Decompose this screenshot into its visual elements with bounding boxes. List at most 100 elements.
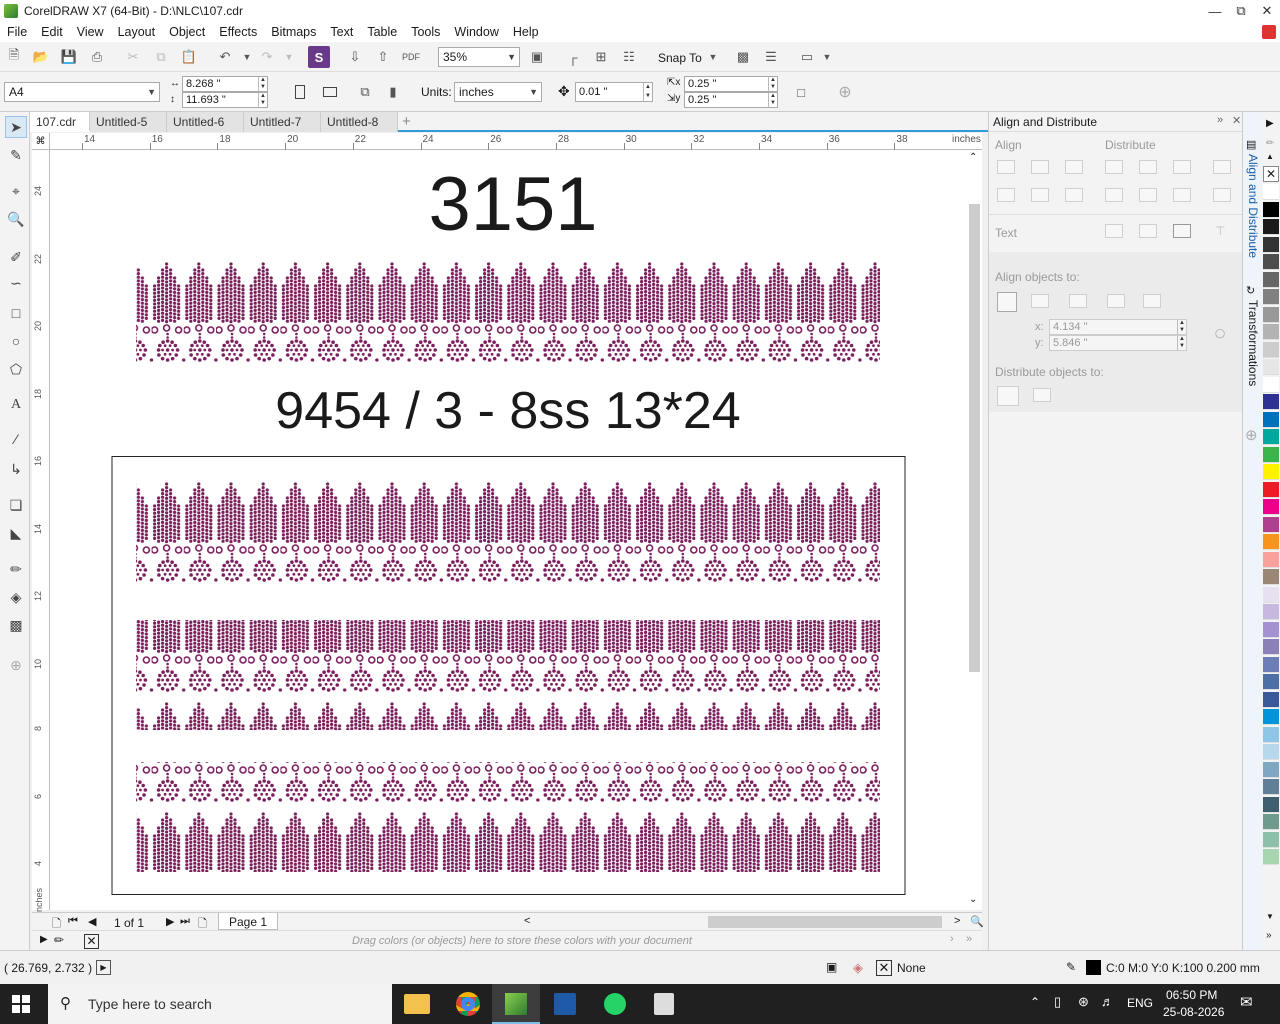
horizontal-scroll-thumb[interactable]	[708, 916, 942, 928]
design-spec-heading[interactable]: 9454 / 3 - 8ss 13*24	[275, 382, 740, 440]
ruler-origin-icon[interactable]: ⌘	[32, 133, 50, 150]
distribute-spacing-h-icon[interactable]	[1213, 160, 1231, 174]
color-swatch[interactable]	[1263, 254, 1279, 270]
no-color-icon[interactable]: ✕	[84, 934, 99, 949]
next-page-icon[interactable]: ▶	[166, 915, 174, 928]
file-explorer-icon[interactable]	[404, 994, 430, 1014]
color-swatch[interactable]	[1263, 674, 1279, 690]
first-page-icon[interactable]: ⏮	[68, 915, 78, 928]
palette-eyedropper-icon[interactable]: ✏	[1266, 138, 1274, 149]
color-swatch[interactable]	[1263, 219, 1279, 235]
duplicate-distance-y-input[interactable]: 0.25 " ▲ ▼	[684, 92, 778, 108]
outline-pen-icon[interactable]: ✎	[1066, 960, 1076, 974]
menu-effects[interactable]: Effects	[212, 22, 264, 42]
chrome-icon[interactable]	[456, 992, 480, 1016]
eyedropper-tool-icon[interactable]: ✏	[5, 558, 27, 580]
palette-expand-icon[interactable]: ▶	[40, 934, 48, 945]
save-icon[interactable]: 💾	[58, 46, 80, 68]
calculator-icon[interactable]	[654, 993, 674, 1015]
spinner-icon[interactable]: ▲ ▼	[768, 93, 777, 107]
text-outline-icon[interactable]: ⊤	[1215, 224, 1233, 238]
nudge-distance-input[interactable]: 0.01 " ▲ ▼	[575, 82, 653, 102]
new-document-icon[interactable]: 🗎	[3, 46, 25, 68]
fill-status[interactable]: None	[897, 961, 926, 975]
options-icon[interactable]: ☰	[760, 46, 782, 68]
interactive-fill-tool-icon[interactable]: ◈	[5, 586, 27, 608]
spinner-icon[interactable]: ▲ ▼	[768, 77, 777, 91]
show-guidelines-icon[interactable]: ☷	[618, 46, 640, 68]
color-swatch[interactable]	[1263, 499, 1279, 515]
color-proof-icon[interactable]: ▣	[826, 960, 837, 974]
show-rulers-icon[interactable]: ┌	[562, 46, 584, 68]
scroll-down-icon[interactable]: ⌄	[969, 894, 977, 905]
paste-icon[interactable]: 📋	[178, 46, 200, 68]
color-swatch[interactable]	[1263, 481, 1279, 498]
previous-page-icon[interactable]: ◀	[88, 915, 96, 928]
menu-edit[interactable]: Edit	[34, 22, 70, 42]
tab-untitled-7[interactable]: Untitled-7	[244, 112, 321, 132]
color-swatch[interactable]	[1263, 814, 1279, 830]
align-y-input[interactable]: 5.846 " ▲ ▼	[1049, 335, 1187, 351]
network-icon[interactable]: ⊛	[1078, 994, 1089, 1010]
add-toolbar-icon[interactable]: ⊕	[834, 81, 856, 103]
tab-untitled-6[interactable]: Untitled-6	[167, 112, 244, 132]
undo-dropdown-icon[interactable]: ▼	[236, 46, 258, 68]
windows-start-icon[interactable]	[12, 995, 32, 1015]
spinner-icon[interactable]: ▲ ▼	[1177, 320, 1186, 334]
crop-tool-icon[interactable]: ⌖	[5, 180, 27, 202]
color-swatch[interactable]	[1263, 516, 1279, 533]
color-swatch[interactable]	[1263, 551, 1279, 568]
menu-object[interactable]: Object	[162, 22, 212, 42]
color-swatch[interactable]	[1263, 429, 1279, 445]
snap-to-dropdown[interactable]: Snap To	[658, 51, 702, 65]
pick-tool-icon[interactable]: ➤	[5, 116, 27, 138]
fill-icon[interactable]: ◈	[853, 960, 863, 976]
ellipse-tool-icon[interactable]: ○	[5, 330, 27, 352]
cut-icon[interactable]: ✂	[122, 46, 144, 68]
distribute-top-icon[interactable]	[1105, 188, 1123, 202]
print-icon[interactable]: ⎙	[86, 46, 108, 68]
duplicate-distance-x-input[interactable]: 0.25 " ▲ ▼	[684, 76, 778, 92]
add-docker-icon[interactable]: ⊕	[1245, 426, 1258, 444]
export-icon[interactable]: ⇧	[372, 46, 394, 68]
color-swatch[interactable]	[1263, 289, 1279, 305]
distribute-spacing-v-icon[interactable]	[1213, 188, 1231, 202]
menu-file[interactable]: File	[0, 22, 34, 42]
color-swatch[interactable]	[1263, 534, 1279, 550]
align-bottom-icon[interactable]	[1065, 188, 1083, 202]
align-to-page-edge-icon[interactable]	[1031, 294, 1049, 308]
redo-dropdown-icon[interactable]: ▼	[278, 46, 300, 68]
no-fill-swatch[interactable]: ✕	[1263, 166, 1279, 182]
menu-text[interactable]: Text	[323, 22, 360, 42]
publish-pdf-icon[interactable]: PDF	[400, 46, 422, 68]
menu-table[interactable]: Table	[360, 22, 404, 42]
vertical-scrollbar[interactable]: ⌃ ⌄	[966, 150, 982, 910]
language-indicator[interactable]: ENG	[1127, 996, 1153, 1010]
clock-time[interactable]: 06:50 PM	[1166, 988, 1217, 1002]
spinner-icon[interactable]: ▲ ▼	[643, 83, 652, 101]
scroll-right-icon[interactable]: >	[954, 915, 960, 927]
open-icon[interactable]: 📂	[30, 46, 52, 68]
lock-icon[interactable]: ◯	[1215, 328, 1225, 339]
color-swatch[interactable]	[1263, 761, 1279, 778]
color-swatch[interactable]	[1263, 446, 1279, 463]
palette-scroll-icon[interactable]: ›	[950, 933, 954, 945]
new-tab-icon[interactable]: +	[402, 113, 411, 130]
zoom-tool-icon[interactable]: 🔍	[5, 208, 27, 230]
snap-to-chevron-icon[interactable]: ▼	[702, 46, 724, 68]
color-swatch[interactable]	[1263, 586, 1279, 603]
menu-view[interactable]: View	[70, 22, 111, 42]
menu-tools[interactable]: Tools	[404, 22, 447, 42]
align-and-distribute-tab[interactable]: Align and Distribute	[1246, 154, 1260, 258]
spinner-icon[interactable]: ▲ ▼	[1177, 336, 1186, 350]
shape-tool-icon[interactable]: ✎	[5, 144, 27, 166]
copy-icon[interactable]: ⧉	[150, 46, 172, 68]
color-swatch[interactable]	[1263, 849, 1279, 865]
align-center-horizontal-icon[interactable]	[1031, 160, 1049, 174]
color-swatch[interactable]	[1263, 201, 1279, 218]
screen-dropdown-icon[interactable]: ▼	[816, 46, 838, 68]
tab-107-cdr[interactable]: 107.cdr	[30, 112, 90, 132]
palette-flyout-icon[interactable]: ▶	[1266, 118, 1274, 129]
menu-layout[interactable]: Layout	[111, 22, 163, 42]
volume-icon[interactable]: ♬	[1101, 994, 1114, 1009]
